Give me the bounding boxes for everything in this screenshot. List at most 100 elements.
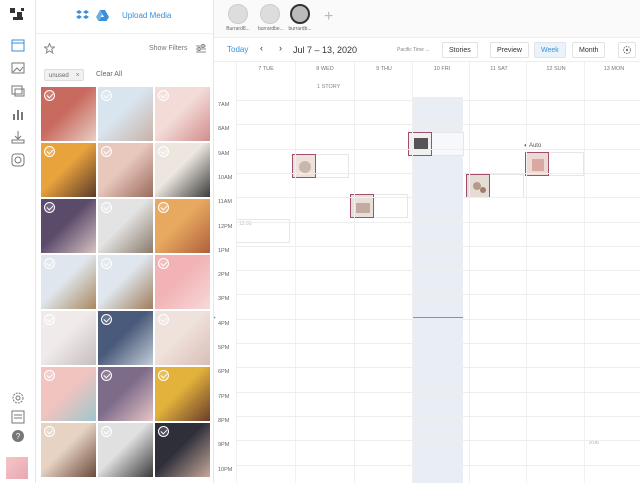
select-check-icon[interactable] — [101, 258, 112, 269]
select-check-icon[interactable] — [44, 370, 55, 381]
select-check-icon[interactable] — [158, 202, 169, 213]
select-check-icon[interactable] — [44, 426, 55, 437]
select-check-icon[interactable] — [101, 146, 112, 157]
comments-icon[interactable] — [11, 84, 25, 98]
media-thumbnail[interactable] — [98, 367, 153, 421]
hour-gridline — [236, 124, 640, 126]
media-thumbnail[interactable] — [155, 143, 210, 197]
day-header[interactable]: 8 WED — [296, 66, 354, 72]
upload-media-link[interactable]: Upload Media — [122, 11, 171, 20]
settings-icon[interactable] — [11, 391, 25, 405]
filter-tag-unused[interactable]: unused × — [44, 69, 84, 81]
media-thumbnail[interactable] — [98, 143, 153, 197]
account-switch-3[interactable]: burrardb... — [288, 4, 312, 32]
media-thumbnail[interactable] — [155, 87, 210, 141]
select-check-icon[interactable] — [158, 370, 169, 381]
preview-button[interactable]: Preview — [490, 42, 529, 58]
select-check-icon[interactable] — [44, 90, 55, 101]
select-check-icon[interactable] — [101, 426, 112, 437]
media-thumbnail[interactable] — [41, 423, 96, 477]
user-avatar[interactable] — [6, 457, 28, 479]
story-count[interactable]: 1 STORY — [317, 84, 340, 90]
list-icon[interactable] — [11, 410, 25, 424]
show-filters-button[interactable]: Show Filters — [149, 45, 188, 52]
hour-gridline — [236, 415, 640, 417]
select-check-icon[interactable] — [44, 258, 55, 269]
media-thumbnail[interactable] — [155, 367, 210, 421]
hour-label: 4PM — [218, 320, 230, 327]
help-icon[interactable]: ? — [11, 429, 25, 443]
today-button[interactable]: Today — [227, 45, 248, 54]
week-view-button[interactable]: Week — [534, 42, 566, 58]
next-week-icon[interactable]: › — [279, 43, 282, 53]
media-thumbnail[interactable] — [41, 311, 96, 365]
media-icon[interactable] — [11, 61, 25, 75]
media-thumbnail[interactable] — [98, 423, 153, 477]
media-thumbnail[interactable] — [41, 143, 96, 197]
gear-icon — [623, 46, 631, 54]
media-thumbnail[interactable] — [155, 255, 210, 309]
hour-label: 10PM — [218, 466, 233, 473]
media-thumbnail[interactable] — [155, 199, 210, 253]
select-check-icon[interactable] — [101, 202, 112, 213]
instagram-icon[interactable] — [11, 153, 25, 167]
add-account-icon[interactable]: + — [324, 8, 333, 26]
day-header[interactable]: 13 MON — [585, 66, 640, 72]
hour-label: 7AM — [218, 102, 230, 108]
hour-gridline — [236, 294, 640, 296]
hour-gridline — [236, 440, 640, 442]
calendar-icon[interactable] — [11, 38, 25, 52]
select-check-icon[interactable] — [44, 314, 55, 325]
media-thumbnail[interactable] — [41, 87, 96, 141]
hour-label: 10AM — [218, 174, 233, 181]
media-thumbnail[interactable] — [98, 199, 153, 253]
prev-week-icon[interactable]: ‹ — [260, 43, 263, 53]
dropbox-icon[interactable] — [76, 10, 89, 21]
time-slot[interactable]: 12:00 — [236, 219, 290, 243]
app-logo[interactable] — [8, 6, 28, 24]
media-thumbnail[interactable] — [41, 367, 96, 421]
calendar-settings-button[interactable] — [618, 42, 636, 58]
analytics-icon[interactable] — [11, 107, 25, 121]
hour-gridline — [236, 172, 640, 174]
svg-text:?: ? — [16, 432, 21, 441]
day-header[interactable]: 9 THU — [355, 66, 413, 72]
google-drive-icon[interactable] — [96, 10, 109, 21]
remove-tag-icon[interactable]: × — [76, 70, 80, 82]
media-thumbnail[interactable] — [41, 255, 96, 309]
hour-label: 8PM — [218, 417, 230, 424]
select-check-icon[interactable] — [44, 146, 55, 157]
media-thumbnail[interactable] — [98, 255, 153, 309]
select-check-icon[interactable] — [158, 314, 169, 325]
media-thumbnail[interactable] — [41, 199, 96, 253]
star-icon[interactable] — [44, 43, 55, 54]
media-thumbnail[interactable] — [98, 87, 153, 141]
month-view-button[interactable]: Month — [572, 42, 606, 58]
media-thumbnail[interactable] — [155, 311, 210, 365]
clear-all-button[interactable]: Clear All — [96, 71, 122, 78]
day-header[interactable]: 10 FRI — [413, 66, 471, 72]
day-header[interactable]: 12 SUN — [527, 66, 585, 72]
select-check-icon[interactable] — [158, 426, 169, 437]
media-thumbnail[interactable] — [155, 423, 210, 477]
stories-button[interactable]: Stories — [442, 42, 478, 58]
account-switch-1[interactable]: Burrard8... — [226, 4, 250, 32]
hour-gridline — [236, 100, 640, 101]
select-check-icon[interactable] — [44, 202, 55, 213]
hour-gridline — [236, 148, 640, 150]
select-check-icon[interactable] — [101, 90, 112, 101]
filter-sliders-icon[interactable] — [196, 44, 206, 54]
select-check-icon[interactable] — [158, 258, 169, 269]
day-header[interactable]: 7 TUE — [237, 66, 295, 72]
download-icon[interactable] — [11, 130, 25, 144]
timezone-select[interactable]: Pacific Time ... — [397, 47, 430, 53]
account-avatar — [290, 4, 310, 24]
select-check-icon[interactable] — [158, 90, 169, 101]
account-switch-2[interactable]: burrardbe... — [258, 4, 284, 32]
select-check-icon[interactable] — [101, 370, 112, 381]
select-check-icon[interactable] — [101, 314, 112, 325]
media-thumbnail[interactable] — [98, 311, 153, 365]
select-check-icon[interactable] — [158, 146, 169, 157]
day-header[interactable]: 11 SAT — [470, 66, 528, 72]
media-panel: Upload Media Show Filters unused × Clear … — [36, 0, 214, 483]
